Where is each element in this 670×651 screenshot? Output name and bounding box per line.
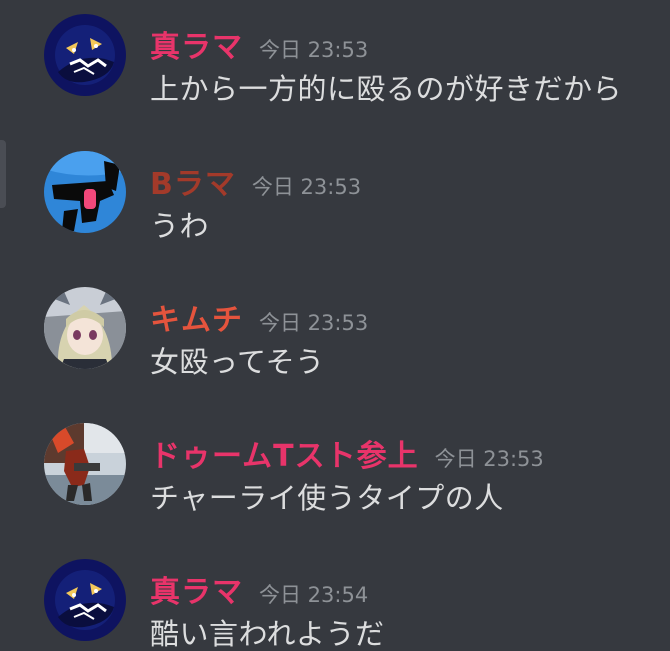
username[interactable]: キムチ [150, 295, 243, 339]
username[interactable]: ドゥームTスト参上 [150, 431, 419, 475]
chat-messages: 真ラマ 今日 23:53 上から一方的に殴るのが好きだから Bラマ 今日 23:… [0, 0, 670, 651]
avatar[interactable] [44, 14, 126, 96]
blue-silhouette-avatar-icon [44, 151, 126, 233]
avatar[interactable] [44, 559, 126, 641]
message-text: うわ [150, 209, 210, 243]
message-header: ドゥームTスト参上 今日 23:53 [150, 431, 544, 475]
message-text: チャーライ使うタイプの人 [150, 481, 504, 515]
message-item: キムチ 今日 23:53 女殴ってそう [0, 277, 670, 397]
avatar[interactable] [44, 287, 126, 369]
message-header: Bラマ 今日 23:53 [150, 159, 361, 203]
message-header: 真ラマ 今日 23:54 [150, 567, 368, 611]
anime-girl-avatar-icon [44, 287, 126, 369]
timestamp[interactable]: 今日 23:53 [259, 307, 368, 337]
avatar[interactable] [44, 151, 126, 233]
message-item: 真ラマ 今日 23:53 上から一方的に殴るのが好きだから [0, 4, 670, 124]
game-scene-avatar-icon [44, 423, 126, 505]
dark-blue-creature-avatar-icon [44, 559, 126, 641]
message-item: Bラマ 今日 23:53 うわ [0, 141, 670, 261]
timestamp[interactable]: 今日 23:54 [259, 579, 368, 609]
message-header: 真ラマ 今日 23:53 [150, 22, 368, 66]
dark-blue-creature-avatar-icon [44, 14, 126, 96]
timestamp[interactable]: 今日 23:53 [435, 443, 544, 473]
message-item: ドゥームTスト参上 今日 23:53 チャーライ使うタイプの人 [0, 413, 670, 533]
timestamp[interactable]: 今日 23:53 [252, 171, 361, 201]
message-header: キムチ 今日 23:53 [150, 295, 368, 339]
message-item: 真ラマ 今日 23:54 酷い言われようだ [0, 549, 670, 651]
username[interactable]: 真ラマ [150, 567, 243, 611]
timestamp[interactable]: 今日 23:53 [259, 34, 368, 64]
username[interactable]: Bラマ [150, 159, 236, 203]
avatar[interactable] [44, 423, 126, 505]
message-text: 女殴ってそう [150, 345, 325, 379]
message-text: 上から一方的に殴るのが好きだから [150, 72, 623, 106]
username[interactable]: 真ラマ [150, 22, 243, 66]
message-text: 酷い言われようだ [150, 617, 385, 651]
